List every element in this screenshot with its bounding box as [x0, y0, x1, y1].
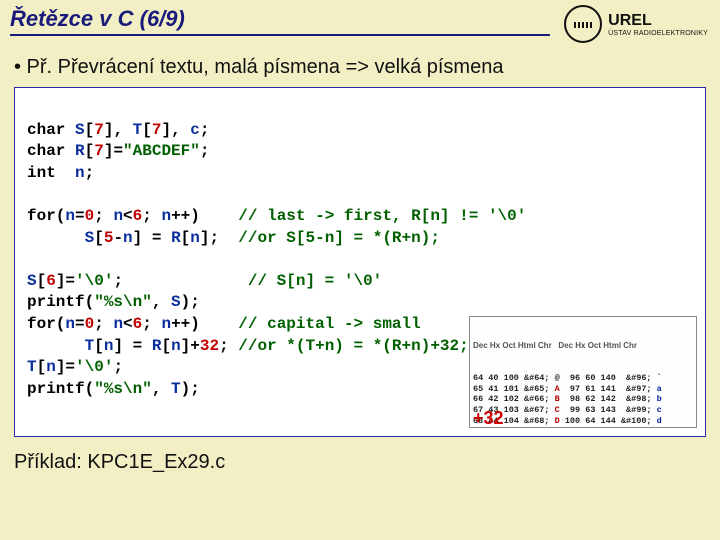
code-line-3: int n;	[27, 164, 94, 182]
logo-subtext: ÚSTAV RADIOELEKTRONIKY	[608, 30, 708, 37]
ascii-rows: 64 40 100 &#64; @ 96 60 140 &#96; `65 41…	[473, 373, 694, 428]
code-line-8: for(n=0; n<6; n++) // capital -> small	[27, 315, 421, 333]
code-line-7: printf("%s\n", S);	[27, 293, 200, 311]
code-line-5: S[5-n] = R[n]; //or S[5-n] = *(R+n);	[27, 229, 440, 247]
slide-title: Řetězce v C (6/9)	[10, 6, 550, 36]
code-line-9: T[n] = R[n]+32; //or *(T+n) = *(R+n)+32;	[27, 337, 469, 355]
code-block: char S[7], T[7], c; char R[7]="ABCDEF"; …	[14, 87, 706, 437]
plus32-annotation: +32	[473, 406, 504, 430]
bullet-text: • Př. Převrácení textu, malá písmena => …	[14, 56, 706, 79]
code-line-11: printf("%s\n", T);	[27, 380, 200, 398]
brand-logo: UREL ÚSTAV RADIOELEKTRONIKY	[564, 5, 708, 43]
code-line-1: char S[7], T[7], c;	[27, 121, 210, 139]
code-line-4: for(n=0; n<6; n++) // last -> first, R[n…	[27, 207, 526, 225]
urel-logo-icon	[564, 5, 602, 43]
ascii-header: Dec Hx Oct Html Chr Dec Hx Oct Html Chr	[473, 341, 694, 351]
code-line-2: char R[7]="ABCDEF";	[27, 142, 209, 160]
slide-header: Řetězce v C (6/9) UREL ÚSTAV RADIOELEKTR…	[0, 0, 720, 48]
logo-text: UREL	[608, 12, 708, 30]
slide-content: • Př. Převrácení textu, malá písmena => …	[0, 48, 720, 437]
code-line-10: T[n]='\0';	[27, 358, 123, 376]
footer-example-filename: Příklad: KPC1E_Ex29.c	[0, 437, 720, 474]
code-line-6: S[6]='\0'; // S[n] = '\0'	[27, 272, 382, 290]
